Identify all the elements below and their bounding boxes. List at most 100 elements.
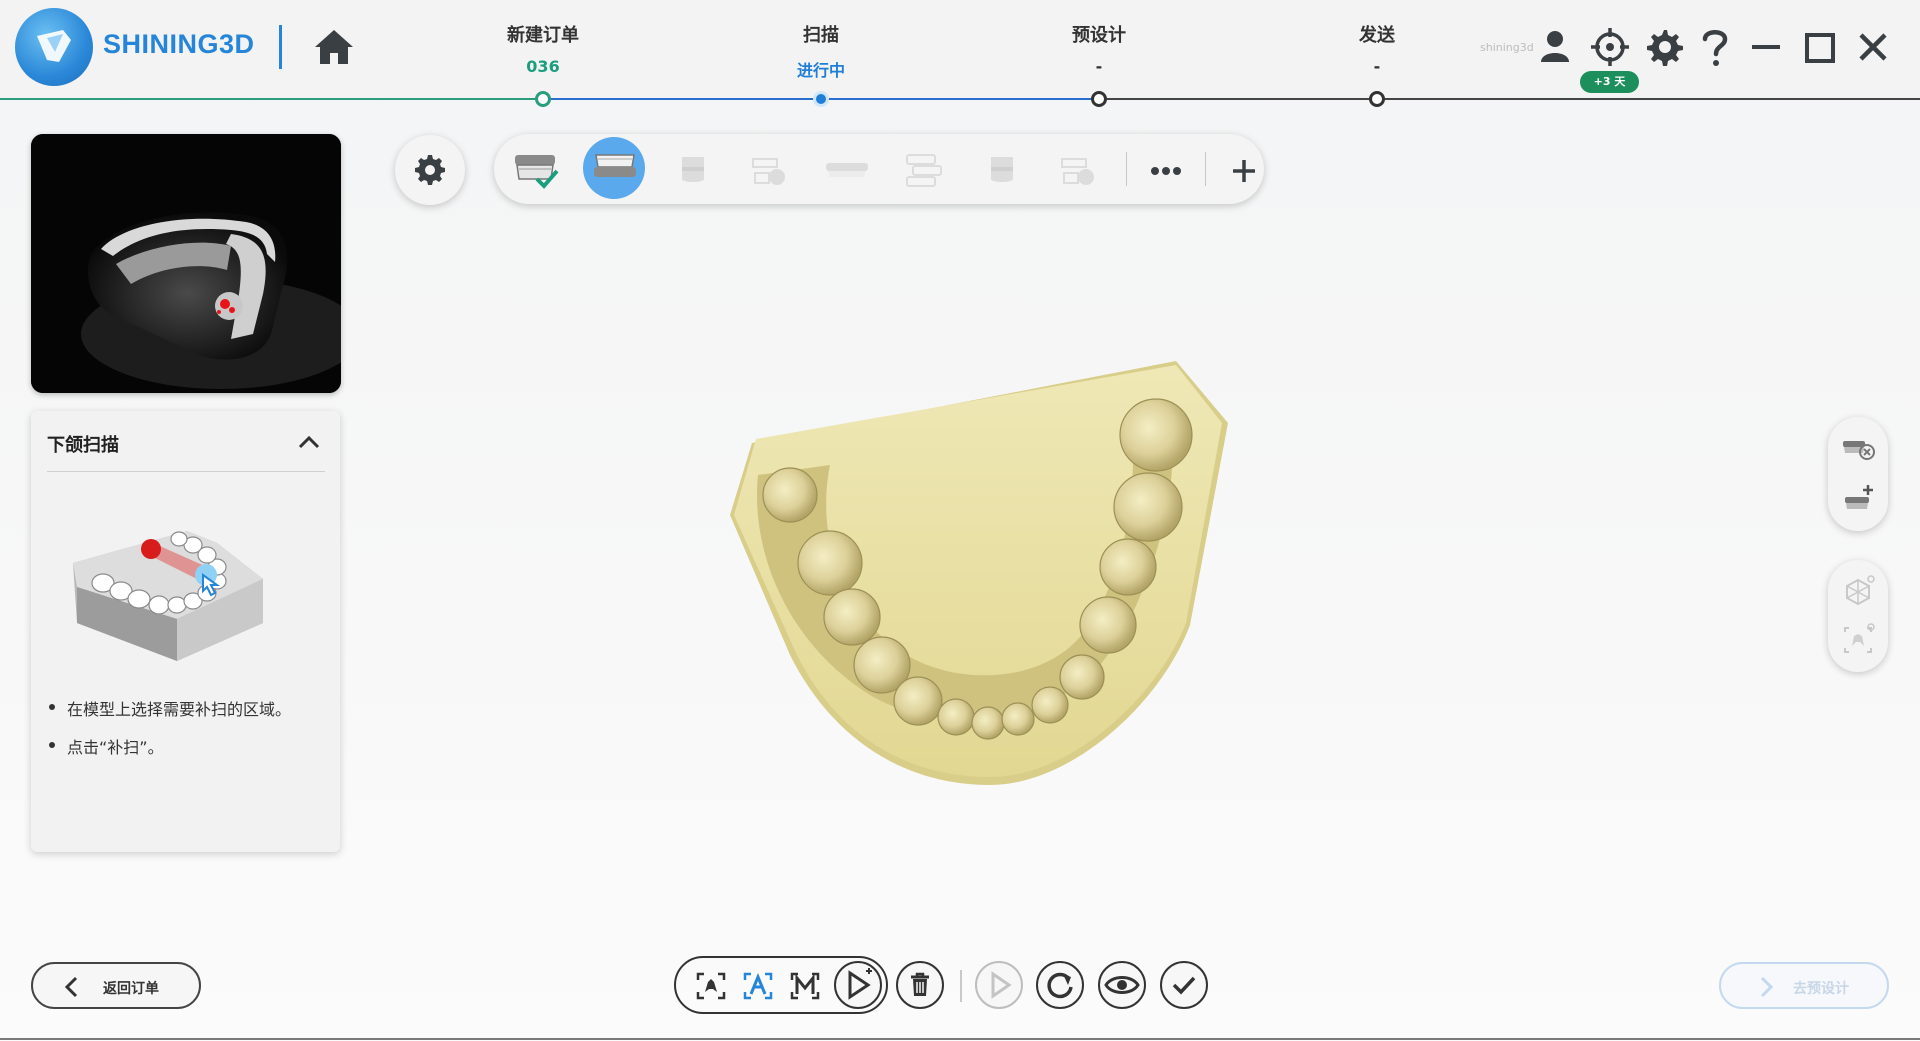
auto-select-icon[interactable] [743,972,773,1000]
play-plus-icon [848,968,872,1000]
select-region-icon[interactable] [696,972,726,1000]
chevron-right-icon [1760,976,1774,998]
step-dot [813,91,829,107]
logo-mark-icon [37,30,71,62]
close-icon[interactable] [1857,31,1889,63]
help-icon[interactable] [1700,27,1730,67]
right-tool-group-1 [1828,417,1888,531]
window-bottom-border [0,1038,1920,1040]
step-new-order[interactable]: 新建订单 036 [463,0,623,107]
chevron-up-icon[interactable] [295,429,323,457]
scan-upper-jaw-button[interactable] [504,139,566,199]
scan-tooth-button-2[interactable] [970,139,1032,199]
guide-illustration [73,531,263,661]
step-predesign[interactable]: 预设计 - [1019,0,1179,107]
go-to-predesign-button[interactable]: 去预设计 [1719,962,1889,1009]
guide-divider [47,471,325,472]
gear-icon[interactable] [1645,28,1683,66]
brand-logo [15,8,93,86]
guide-step: 在模型上选择需要补扫的区域。 [47,696,291,720]
step-send[interactable]: 发送 - [1297,0,1457,107]
play-button[interactable] [975,961,1023,1009]
toolbar-divider [1126,152,1127,186]
step-title: 新建订单 [507,25,579,46]
trial-days-badge: +3 天 [1580,71,1639,93]
scan-guide-panel: 下颌扫描 在模型上选择需要补扫的区域。 点击“补扫”。 [31,411,340,852]
lower-jaw-icon [594,154,636,177]
step-status: 进行中 [796,61,845,80]
logo-divider [279,25,282,69]
scan-tooth-button[interactable] [661,139,723,199]
stack-icon [906,154,942,187]
step-dot [1091,91,1107,107]
mesh-view-icon[interactable] [1840,574,1876,610]
add-scan-button[interactable] [1212,139,1274,199]
step-status: - [1095,57,1103,76]
step-dot [1369,91,1385,107]
add-data-icon[interactable] [1840,481,1876,517]
step-status: - [1373,57,1381,76]
scan-mode-group [674,956,888,1014]
maximize-icon[interactable] [1804,32,1836,64]
guide-steps-list: 在模型上选择需要补扫的区域。 点击“补扫”。 [47,696,291,772]
next-button-label: 去预设计 [1793,981,1849,997]
view-model-icon[interactable] [1840,622,1876,658]
back-to-order-button[interactable]: 返回订单 [31,962,201,1009]
play-icon [991,971,1012,999]
step-dot [535,91,551,107]
rescan-start-button[interactable] [834,961,882,1009]
confirm-button[interactable] [1160,961,1208,1009]
gear-icon [415,155,445,185]
refresh-button[interactable] [1036,961,1084,1009]
manual-select-icon[interactable] [790,972,820,1000]
right-tool-group-2 [1828,560,1888,672]
scan-bite-button[interactable] [815,139,877,199]
guide-title: 下颌扫描 [47,435,119,456]
app-header: SHINING3D 新建订单 036 扫描 进行中 预设计 - 发送 - shi… [0,0,1920,107]
user-name: shining3d [1480,41,1534,54]
step-title: 预设计 [1072,25,1126,46]
camera-preview-image [31,134,341,393]
back-button-label: 返回订单 [103,981,159,997]
step-title: 扫描 [803,25,839,46]
home-icon[interactable] [313,26,355,68]
scan-type-toolbar [494,134,1264,204]
upper-jaw-done-icon [515,155,559,189]
scan-settings-button[interactable] [395,135,465,205]
scan-camera-preview [31,134,341,393]
delete-button[interactable] [896,961,944,1009]
step-order-number: 036 [526,57,560,76]
minimize-icon[interactable] [1750,32,1782,62]
progress-line-active [543,98,821,100]
visibility-button[interactable] [1098,961,1146,1009]
guide-step: 点击“补扫”。 [47,734,291,758]
user-icon[interactable] [1538,28,1572,64]
lower-jaw-3d-model[interactable] [720,355,1240,795]
scan-occlusion-button[interactable] [738,139,800,199]
plus-icon [1233,160,1255,182]
bottom-toolbar-divider [960,970,962,1002]
occlusion-icon [1061,158,1094,185]
scan-occlusion-button-2[interactable] [1047,139,1109,199]
checkmark-icon [1172,976,1196,995]
brand-name: SHINING3D [103,29,255,59]
more-dots-icon [1151,167,1181,175]
trash-icon [911,972,929,996]
trim-model-icon[interactable] [1840,431,1876,467]
bite-tray-icon [826,163,868,177]
progress-line-next [821,98,1099,100]
step-title: 发送 [1359,25,1395,46]
tooth-icon [682,157,704,182]
more-options-button[interactable] [1134,139,1196,199]
calibration-target-icon[interactable] [1590,27,1630,67]
tooth-icon [991,157,1013,182]
scan-lower-jaw-button[interactable] [583,137,645,199]
toolbar-divider [1205,152,1206,186]
occlusion-icon [752,158,785,185]
progress-line-pending [1099,98,1920,100]
step-scan[interactable]: 扫描 进行中 [741,0,901,107]
progress-line-done [0,98,543,100]
chevron-left-icon [64,976,78,998]
eye-icon [1104,976,1140,994]
scan-stack-button[interactable] [892,139,954,199]
